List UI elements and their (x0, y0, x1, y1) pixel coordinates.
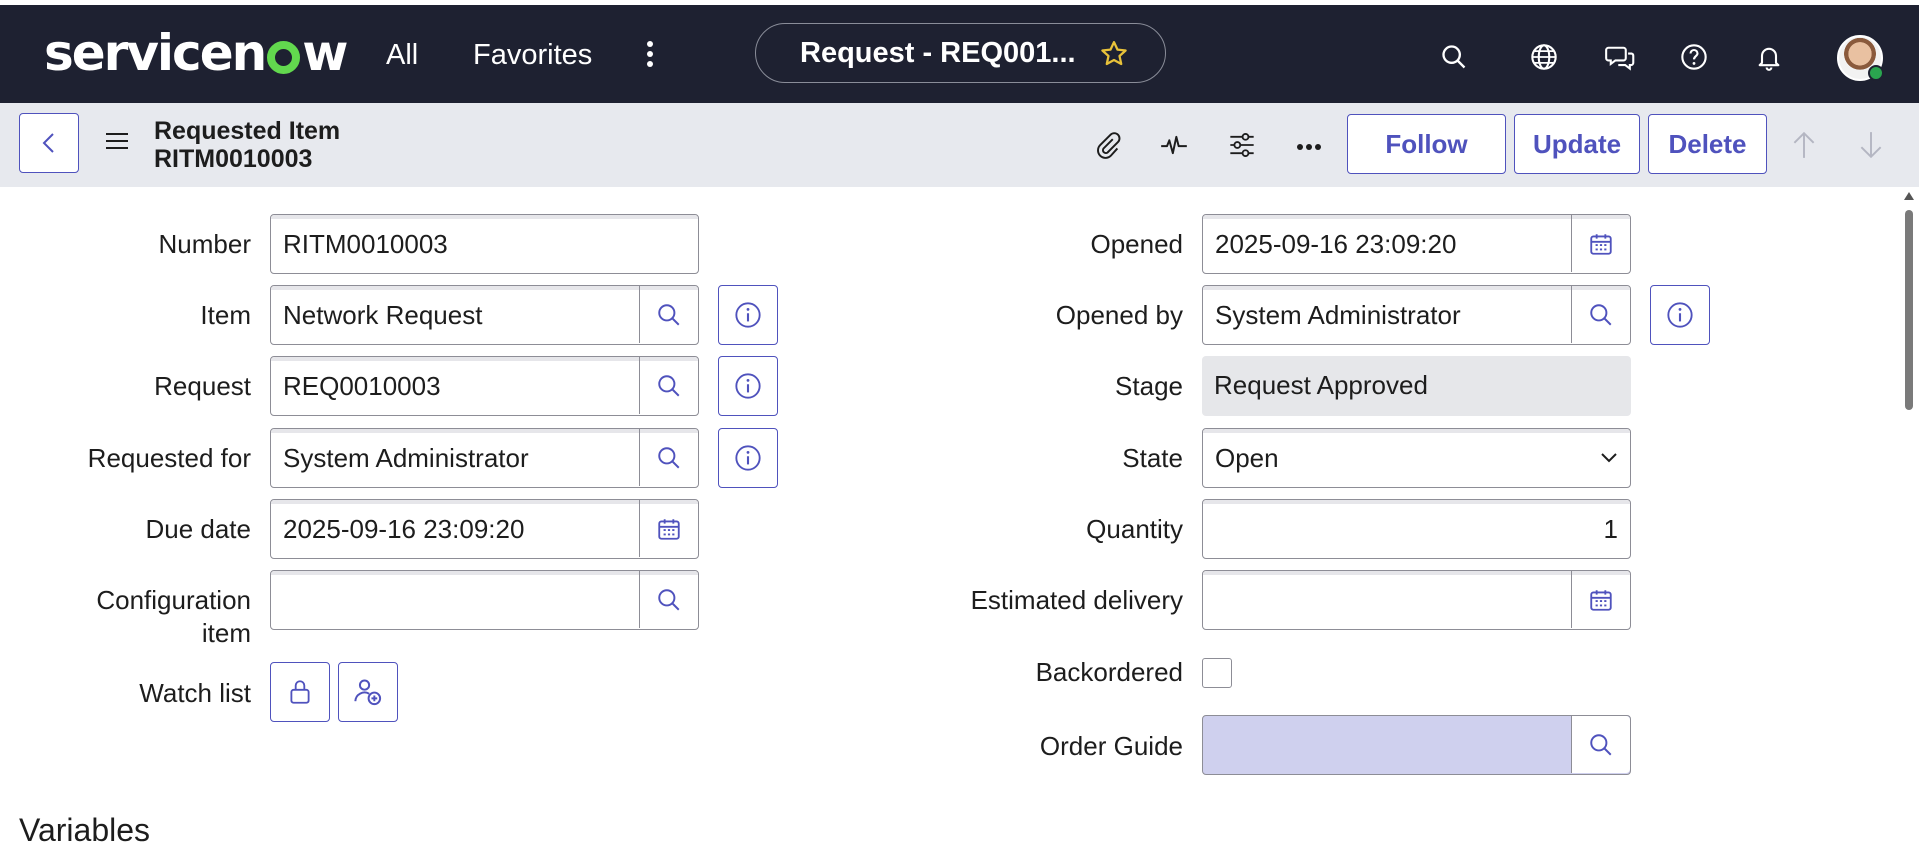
nav-favorites[interactable]: Favorites (473, 39, 592, 72)
scroll-up-arrow-icon[interactable] (1904, 192, 1914, 200)
request-label: Request (154, 371, 251, 401)
request-field[interactable]: REQ0010003 (270, 356, 699, 416)
state-label: State (1122, 443, 1183, 473)
requested-for-label: Requested for (87, 443, 251, 473)
calendar-icon (1590, 233, 1612, 255)
watch-list-label: Watch list (139, 678, 251, 708)
estimated-delivery-field[interactable] (1202, 570, 1631, 630)
next-record-icon[interactable] (1858, 130, 1884, 165)
online-status-icon (1868, 65, 1884, 81)
order-guide-field[interactable] (1202, 715, 1631, 775)
item-lookup-button[interactable] (639, 286, 698, 343)
stage-label: Stage (1115, 371, 1183, 401)
configuration-item-label-line2: item (201, 618, 251, 648)
configuration-item-lookup-button[interactable] (639, 571, 698, 628)
info-icon (735, 302, 761, 328)
more-menu-icon[interactable] (645, 41, 655, 71)
quantity-label: Quantity (1086, 514, 1183, 544)
chevron-left-icon (42, 133, 54, 153)
item-label: Item (200, 300, 251, 330)
scrollbar[interactable] (1903, 190, 1915, 840)
opened-by-label: Opened by (1055, 300, 1183, 330)
order-guide-lookup-button[interactable] (1571, 716, 1630, 773)
requested-for-field[interactable]: System Administrator (270, 428, 699, 488)
estimated-delivery-label: Estimated delivery (970, 585, 1183, 615)
add-user-icon (354, 679, 382, 706)
follow-button[interactable]: Follow (1347, 114, 1506, 174)
info-icon (1667, 302, 1693, 328)
number-label: Number (158, 229, 251, 259)
info-icon (735, 445, 761, 471)
back-button[interactable] (19, 113, 79, 173)
due-date-picker-button[interactable] (639, 500, 698, 557)
context-title-pill[interactable]: Request - REQ001... (755, 23, 1166, 83)
due-date-field[interactable]: 2025-09-16 23:09:20 (270, 499, 699, 559)
help-icon[interactable] (1680, 43, 1708, 76)
top-navigation: servicen w All Favorites Request - REQ001… (0, 5, 1919, 103)
update-button[interactable]: Update (1514, 114, 1640, 174)
delete-button[interactable]: Delete (1648, 114, 1767, 174)
nav-all[interactable]: All (386, 39, 418, 72)
backordered-label: Backordered (1035, 657, 1183, 687)
context-title: Request - REQ001... (800, 36, 1076, 69)
watch-list-lock-button[interactable] (270, 662, 330, 722)
form-menu-icon[interactable] (106, 133, 128, 154)
state-select[interactable]: Open (1202, 428, 1631, 488)
request-info-button[interactable] (718, 356, 778, 416)
configuration-item-field[interactable] (270, 570, 699, 630)
opened-date-picker-button[interactable] (1571, 215, 1630, 272)
opened-by-field[interactable]: System Administrator (1202, 285, 1631, 345)
requested-for-lookup-button[interactable] (639, 429, 698, 486)
estimated-delivery-picker-button[interactable] (1571, 571, 1630, 628)
opened-field[interactable]: 2025-09-16 23:09:20 (1202, 214, 1631, 274)
backordered-checkbox[interactable] (1202, 658, 1232, 688)
record-type: Requested Item (154, 117, 341, 145)
activity-icon[interactable] (1160, 130, 1188, 165)
configuration-item-label-line1: Configuration (96, 585, 251, 615)
due-date-label: Due date (145, 514, 251, 544)
previous-record-icon[interactable] (1791, 130, 1817, 165)
more-actions-icon[interactable] (1296, 139, 1322, 157)
search-icon (1590, 303, 1612, 325)
variables-section-title: Variables (19, 812, 151, 848)
calendar-icon (1590, 589, 1612, 611)
lock-icon (290, 680, 310, 704)
opened-label: Opened (1090, 229, 1183, 259)
opened-by-lookup-button[interactable] (1571, 286, 1630, 343)
stage-field: Request Approved (1202, 356, 1631, 416)
search-icon (658, 446, 680, 468)
info-icon (735, 373, 761, 399)
opened-by-info-button[interactable] (1650, 285, 1710, 345)
globe-icon[interactable] (1530, 43, 1558, 76)
star-icon[interactable] (1099, 39, 1129, 74)
search-icon[interactable] (1440, 43, 1468, 76)
number-field[interactable]: RITM0010003 (270, 214, 699, 274)
chevron-down-icon (1601, 453, 1617, 463)
avatar[interactable] (1837, 35, 1884, 81)
chat-icon[interactable] (1605, 43, 1635, 76)
search-icon (658, 303, 680, 325)
settings-sliders-icon[interactable] (1228, 130, 1256, 165)
watch-list-add-me-button[interactable] (338, 662, 398, 722)
attachment-icon[interactable] (1093, 130, 1121, 165)
bell-icon[interactable] (1755, 43, 1783, 76)
request-lookup-button[interactable] (639, 357, 698, 414)
search-icon (658, 588, 680, 610)
calendar-icon (658, 518, 680, 540)
servicenow-logo[interactable]: servicen w (44, 23, 348, 83)
record-header: Requested Item RITM0010003 Follow Update… (0, 103, 1919, 187)
requested-for-info-button[interactable] (718, 428, 778, 488)
record-number: RITM0010003 (154, 145, 313, 173)
quantity-field[interactable]: 1 (1202, 499, 1631, 559)
item-info-button[interactable] (718, 285, 778, 345)
order-guide-label: Order Guide (1039, 731, 1183, 761)
search-icon (658, 374, 680, 396)
item-field[interactable]: Network Request (270, 285, 699, 345)
search-icon (1590, 733, 1612, 755)
scrollbar-thumb[interactable] (1905, 210, 1913, 410)
